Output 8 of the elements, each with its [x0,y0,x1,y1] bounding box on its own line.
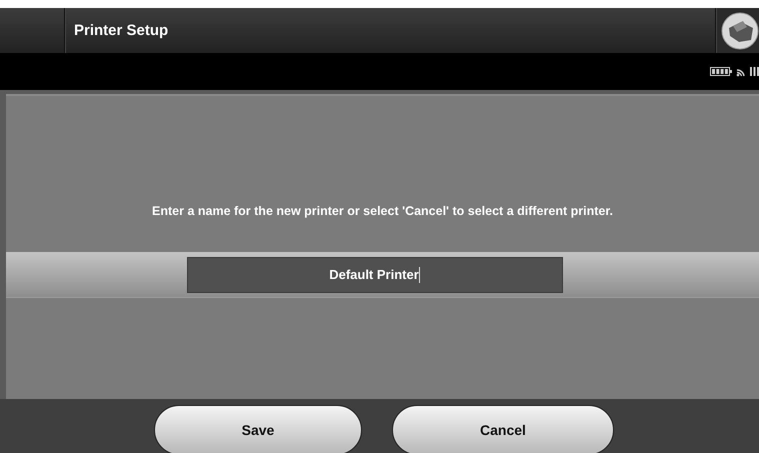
save-button[interactable]: Save [154,405,362,453]
printer-name-field[interactable]: Default Printer [186,256,562,292]
cancel-button[interactable]: Cancel [392,405,614,453]
signal-icon [750,67,759,76]
wifi-icon [736,66,746,76]
window-title: Printer Setup [73,21,170,41]
instruction-text: Enter a name for the new printer or select 'Cancel' to select a different printer. [151,204,614,218]
battery-icon [710,67,732,76]
